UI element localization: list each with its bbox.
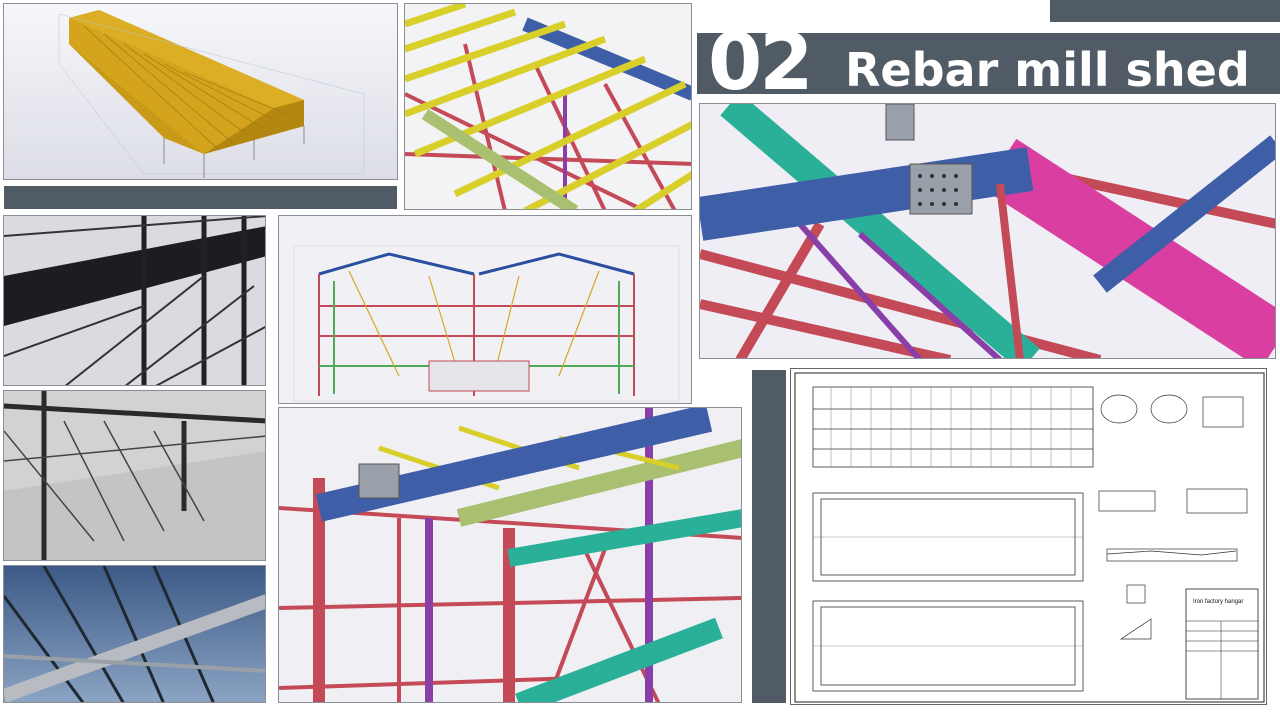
top-right-accent-bar [1050,0,1280,22]
section-title: Rebar mill shed [845,43,1250,97]
double-span-frame-model-image [278,215,692,404]
title-block-text: Iron factory hangar [1193,599,1243,605]
section-number: 02 [708,18,814,108]
grey-render-interior-image [3,390,266,561]
colored-interior-perspective-image [278,407,742,703]
roof-purlins-closeup-image [404,3,692,210]
full-roof-model-image [3,3,398,180]
beam-splice-detail-image [699,103,1276,359]
sky-render-roof-image [3,565,266,703]
left-divider-bar [4,186,397,209]
technical-drawing-sheet-image: Iron factory hangar [790,368,1267,705]
drawing-side-bar [752,370,786,703]
dark-render-interior-image [3,215,266,386]
